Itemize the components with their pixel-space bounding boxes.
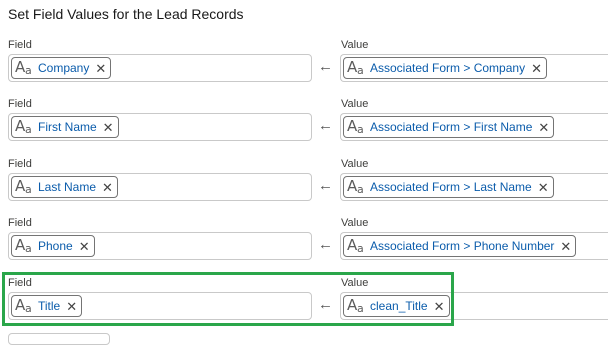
text-field-icon: Aa (15, 58, 32, 77)
highlight-box (2, 272, 454, 326)
remove-icon[interactable]: ✕ (102, 181, 113, 194)
text-field-icon: Aa (347, 177, 364, 196)
field-input[interactable]: Aa Last Name ✕ (8, 173, 312, 201)
field-input[interactable]: Aa Company ✕ (8, 54, 312, 82)
value-input[interactable]: Aa Associated Form > Last Name ✕ (340, 173, 608, 201)
field-pill-label: Company (38, 61, 90, 75)
value-pill-label: Associated Form > Company (370, 61, 526, 75)
value-label: Value (341, 217, 369, 229)
left-arrow-icon: ← (318, 177, 333, 194)
field-mapping-row: Field Aa First Name ✕ ← Value Aa Associa… (0, 98, 608, 158)
field-pill-label: Last Name (38, 180, 97, 194)
field-pill-label: First Name (38, 120, 97, 134)
left-arrow-icon: ← (318, 236, 333, 253)
value-input[interactable]: Aa Associated Form > First Name ✕ (340, 113, 608, 141)
field-pill[interactable]: Aa Company ✕ (11, 57, 112, 79)
field-label: Field (8, 98, 32, 110)
value-pill[interactable]: Aa Associated Form > Company ✕ (343, 57, 547, 79)
field-input[interactable]: Aa Phone ✕ (8, 232, 312, 260)
field-input[interactable]: Aa First Name ✕ (8, 113, 312, 141)
field-pill[interactable]: Aa Last Name ✕ (11, 176, 118, 198)
left-arrow-icon: ← (318, 117, 333, 134)
remove-icon[interactable]: ✕ (538, 121, 549, 134)
value-pill-label: Associated Form > First Name (370, 120, 533, 134)
text-field-icon: Aa (15, 236, 32, 255)
value-pill-label: Associated Form > Last Name (370, 180, 532, 194)
remove-icon[interactable]: ✕ (531, 62, 542, 75)
value-pill[interactable]: Aa Associated Form > Phone Number ✕ (343, 235, 577, 257)
next-section-box (8, 333, 110, 345)
text-field-icon: Aa (347, 236, 364, 255)
left-arrow-icon: ← (318, 58, 333, 75)
field-pill-label: Phone (38, 239, 73, 253)
value-label: Value (341, 39, 369, 51)
text-field-icon: Aa (347, 117, 364, 136)
text-field-icon: Aa (15, 177, 32, 196)
field-label: Field (8, 217, 32, 229)
text-field-icon: Aa (15, 117, 32, 136)
field-mapping-row: Field Aa Company ✕ ← Value Aa Associated… (0, 39, 608, 99)
text-field-icon: Aa (347, 58, 364, 77)
page-title: Set Field Values for the Lead Records (8, 6, 244, 22)
field-mapping-row: Field Aa Phone ✕ ← Value Aa Associated F… (0, 217, 608, 277)
field-label: Field (8, 39, 32, 51)
field-pill[interactable]: Aa Phone ✕ (11, 235, 95, 257)
value-input[interactable]: Aa Associated Form > Company ✕ (340, 54, 608, 82)
remove-icon[interactable]: ✕ (560, 240, 571, 253)
field-label: Field (8, 158, 32, 170)
remove-icon[interactable]: ✕ (79, 240, 90, 253)
value-pill-label: Associated Form > Phone Number (370, 239, 555, 253)
remove-icon[interactable]: ✕ (103, 121, 114, 134)
remove-icon[interactable]: ✕ (538, 181, 549, 194)
remove-icon[interactable]: ✕ (95, 62, 106, 75)
value-label: Value (341, 98, 369, 110)
field-pill[interactable]: Aa First Name ✕ (11, 116, 119, 138)
value-pill[interactable]: Aa Associated Form > Last Name ✕ (343, 176, 554, 198)
field-mapping-row: Field Aa Last Name ✕ ← Value Aa Associat… (0, 158, 608, 218)
value-input[interactable]: Aa Associated Form > Phone Number ✕ (340, 232, 608, 260)
value-pill[interactable]: Aa Associated Form > First Name ✕ (343, 116, 555, 138)
value-label: Value (341, 158, 369, 170)
